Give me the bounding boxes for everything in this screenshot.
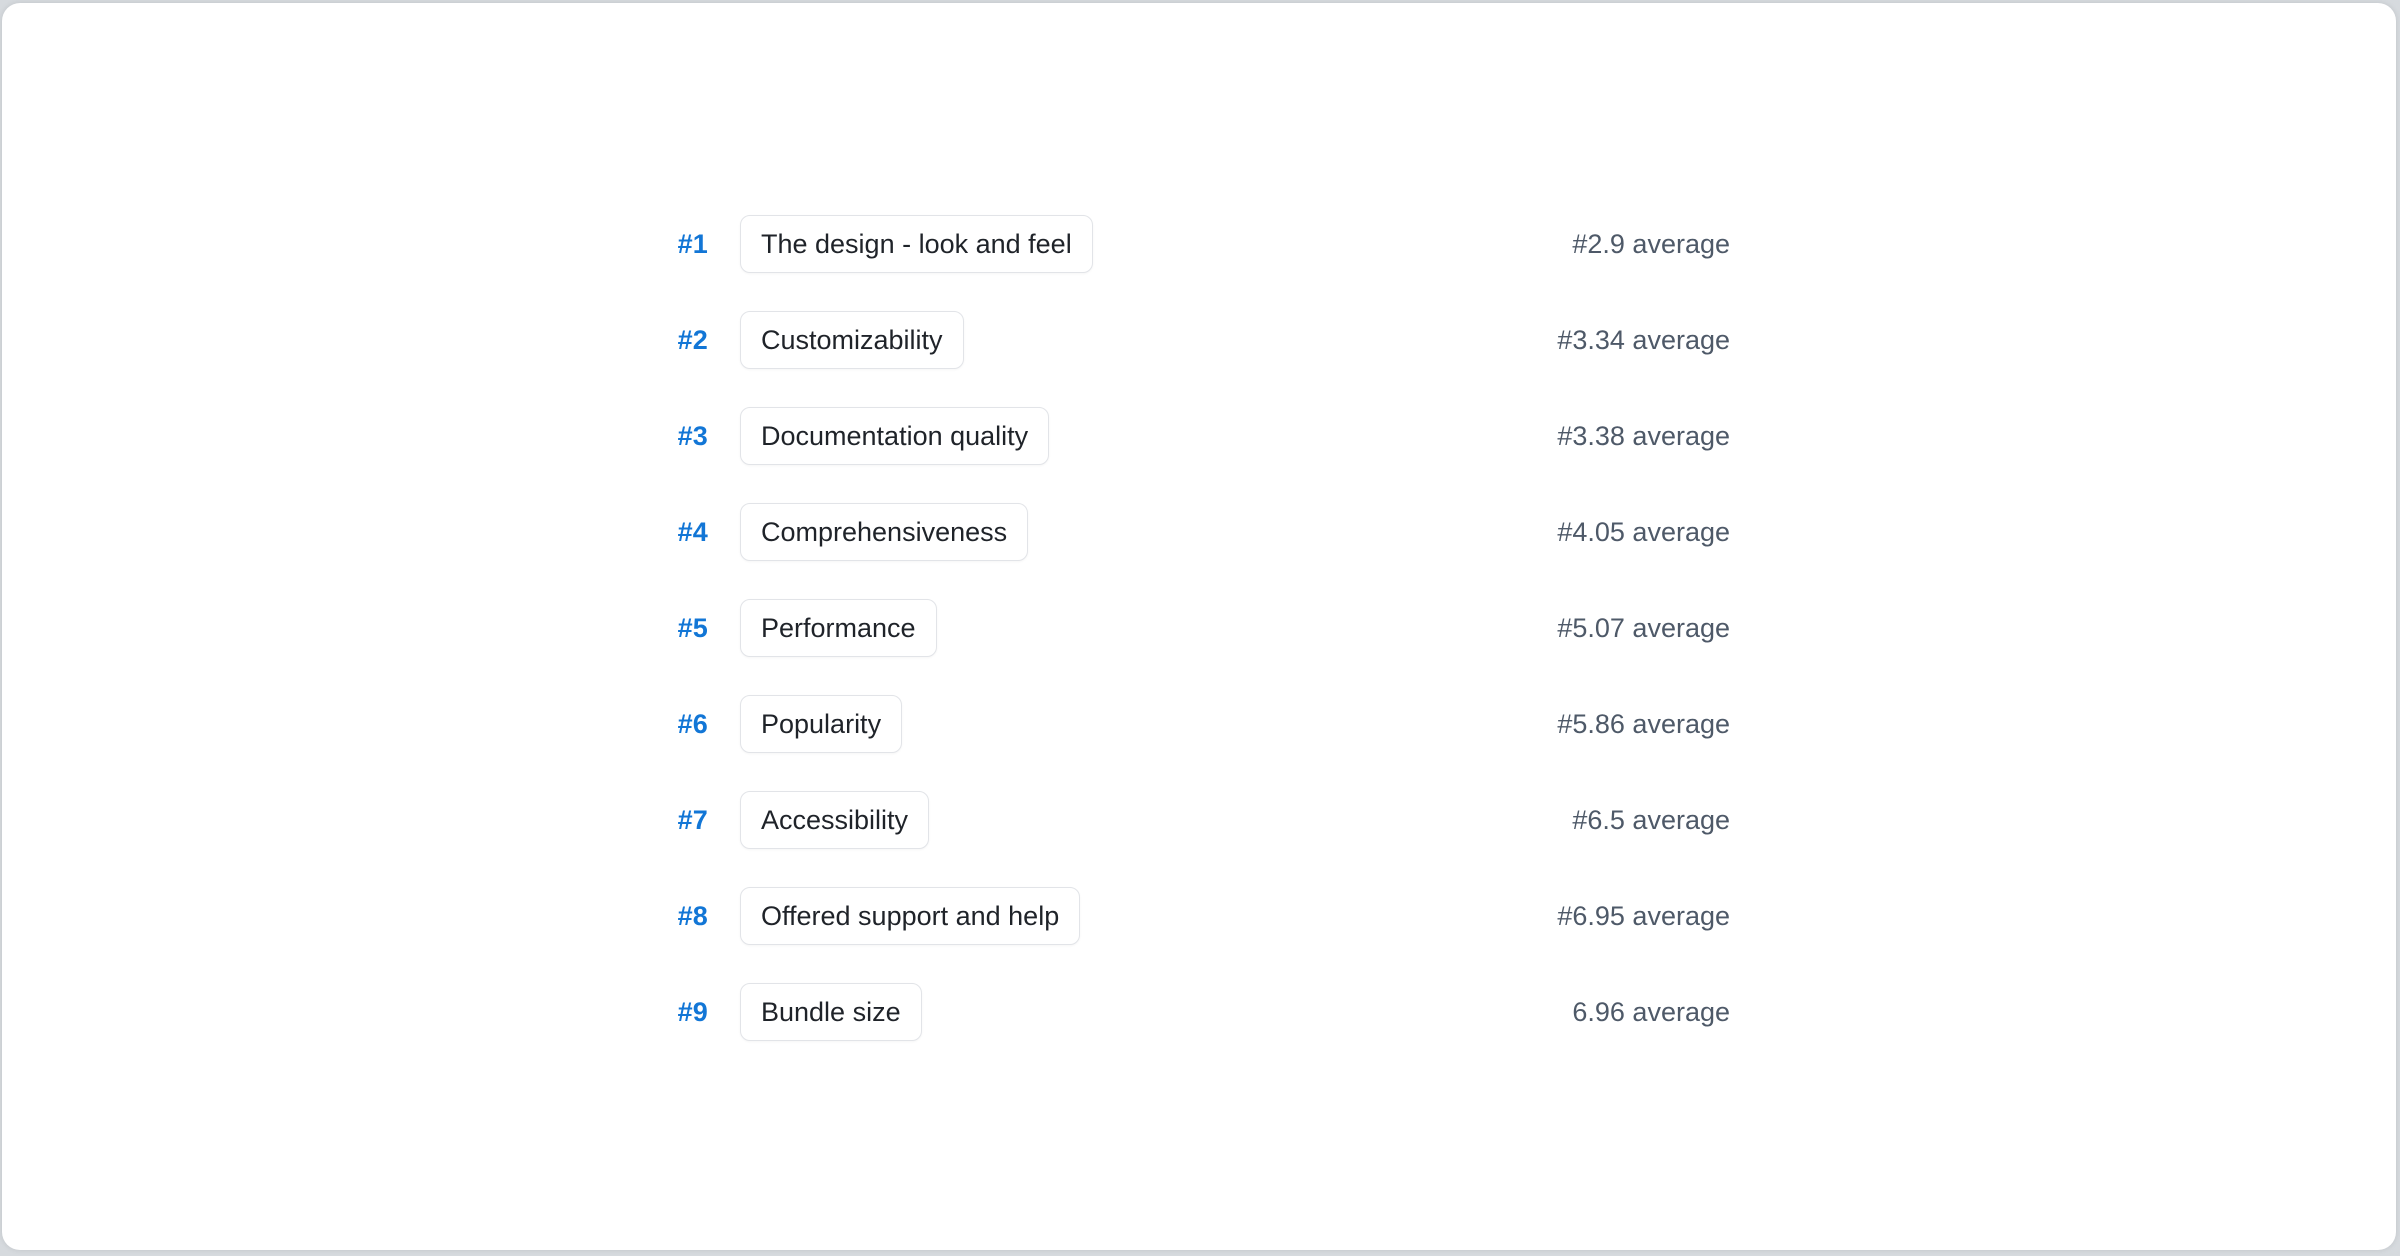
average-score: 6.96 average [1572,997,1730,1028]
average-score: #5.07 average [1557,613,1730,644]
ranking-row: #1 The design - look and feel #2.9 avera… [668,215,1730,273]
rank-number: #6 [668,709,708,740]
ranking-row: #4 Comprehensiveness #4.05 average [668,503,1730,561]
ranking-row: #3 Documentation quality #3.38 average [668,407,1730,465]
option-label-box: Accessibility [740,791,929,849]
ranking-row: #5 Performance #5.07 average [668,599,1730,657]
option-label-box: Comprehensiveness [740,503,1028,561]
rank-number: #4 [668,517,708,548]
ranking-row: #7 Accessibility #6.5 average [668,791,1730,849]
ranking-results-list: #1 The design - look and feel #2.9 avera… [668,3,1730,1041]
rank-number: #3 [668,421,708,452]
option-label-box: Offered support and help [740,887,1080,945]
ranking-row: #9 Bundle size 6.96 average [668,983,1730,1041]
average-score: #3.34 average [1557,325,1730,356]
ranking-row: #8 Offered support and help #6.95 averag… [668,887,1730,945]
rank-number: #5 [668,613,708,644]
average-score: #5.86 average [1557,709,1730,740]
average-score: #6.95 average [1557,901,1730,932]
ranking-row: #6 Popularity #5.86 average [668,695,1730,753]
average-score: #4.05 average [1557,517,1730,548]
average-score: #3.38 average [1557,421,1730,452]
rank-number: #9 [668,997,708,1028]
average-score: #6.5 average [1572,805,1730,836]
ranking-row: #2 Customizability #3.34 average [668,311,1730,369]
results-card: #1 The design - look and feel #2.9 avera… [2,3,2396,1250]
rank-number: #1 [668,229,708,260]
option-label-box: The design - look and feel [740,215,1093,273]
rank-number: #8 [668,901,708,932]
option-label-box: Performance [740,599,937,657]
average-score: #2.9 average [1572,229,1730,260]
rank-number: #2 [668,325,708,356]
option-label-box: Documentation quality [740,407,1049,465]
rank-number: #7 [668,805,708,836]
option-label-box: Customizability [740,311,964,369]
option-label-box: Bundle size [740,983,922,1041]
option-label-box: Popularity [740,695,902,753]
